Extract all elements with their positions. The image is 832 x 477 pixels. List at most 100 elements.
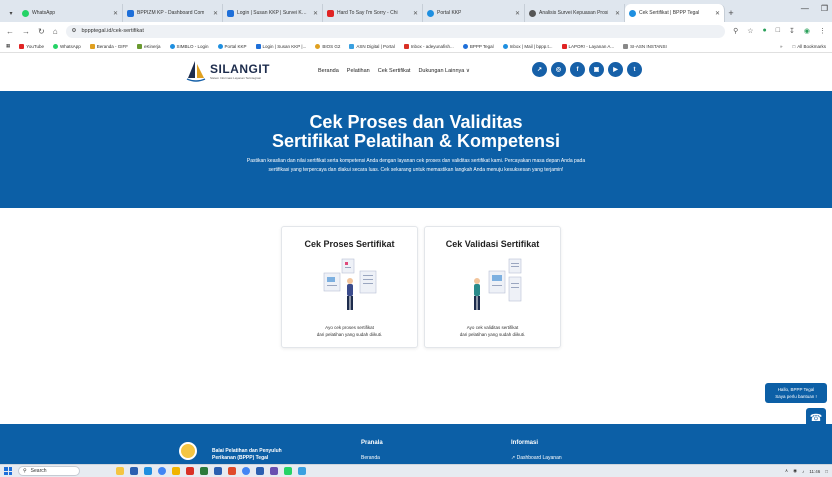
close-icon[interactable]: ✕ [410,10,418,17]
hero-banner: Cek Proses dan Validitas Sertifikat Pela… [0,91,832,208]
volume-icon[interactable]: ♪ [802,469,804,474]
close-icon[interactable]: ✕ [210,10,218,17]
bookmark-star-icon[interactable]: ☆ [747,27,753,35]
nav-pelatihan[interactable]: Pelatihan [347,68,370,74]
bookmark-favicon-icon [462,43,468,49]
word-icon[interactable] [214,467,222,475]
whatsapp-icon [52,43,58,49]
chrome-profile-icon[interactable] [242,467,250,475]
browser-tab[interactable]: Hard To Say I'm Sorry - Chi ✕ [323,4,423,22]
bookmark-item[interactable]: BPPP Tegal [462,43,494,49]
browser-tab[interactable]: Analisis Survei Kepuasan Prosi ✕ [525,4,625,22]
weather-icon[interactable] [116,467,124,475]
excel-icon[interactable] [200,467,208,475]
maximize-icon[interactable]: ❐ [821,4,828,13]
chrome-icon[interactable] [158,467,166,475]
bookmark-item[interactable]: LAPOR! - Layanan A... [561,43,614,49]
chart-icon[interactable]: ↗ [532,62,547,77]
download-icon[interactable]: ↧ [789,27,795,35]
whatsapp-app-icon[interactable] [284,467,292,475]
close-icon[interactable]: ✕ [612,10,620,17]
logo-subtitle: Sistem Informasi Layanan Terintegrasi [210,76,261,80]
instagram-icon[interactable]: ▣ [589,62,604,77]
task-view-icon[interactable] [130,467,138,475]
more-bookmarks-icon[interactable]: » [780,44,783,49]
apps-grid-icon[interactable]: ▦ [6,43,10,49]
card-cek-validasi[interactable]: Cek Validasi Sertifikat Ayo cek validita… [424,226,561,348]
reload-icon[interactable]: ↻ [38,27,45,36]
nav-beranda[interactable]: Beranda [318,68,339,74]
minimize-icon[interactable]: — [801,4,809,13]
tray-chevron-icon[interactable]: ∧ [785,468,788,474]
edge-icon[interactable] [144,467,152,475]
browser-tab[interactable]: WhatsApp ✕ [18,4,123,22]
youtube-icon[interactable]: ▶ [608,62,623,77]
url-field[interactable]: ⚙ bppptegal.id/cek-sertifikat [65,24,726,38]
notification-icon[interactable]: □ [825,469,828,474]
back-icon[interactable]: ← [6,27,14,36]
bookmark-item[interactable]: WhatsApp [52,43,81,49]
bookmark-item[interactable]: Inbox | Mail | bppp.t... [502,43,553,49]
nav-cek-sertifikat[interactable]: Cek Sertifikat [378,68,411,74]
profile-icon[interactable]: ◉ [804,27,810,35]
site-favicon-icon [127,9,134,17]
whatsapp-icon [22,9,29,17]
outlook-icon[interactable] [256,467,264,475]
browser-tab[interactable]: Login | Susan KKP | Survei Kep ✕ [223,4,323,22]
extension-icon[interactable]: ● [763,27,767,35]
card-cek-proses[interactable]: Cek Proses Sertifikat Ayo cek proses ser… [281,226,418,348]
browser-tab[interactable]: BPPIZM KP - Dashboard Com ✕ [123,4,223,22]
new-tab-icon[interactable]: + [725,4,737,22]
bookmark-item[interactable]: SI-ASN INSTANSI [623,43,667,49]
home-icon[interactable]: ⌂ [53,27,58,36]
windows-start-icon[interactable] [4,467,12,475]
close-icon[interactable]: ✕ [712,10,720,17]
forward-icon[interactable]: → [22,27,30,36]
bookmark-item[interactable]: ASN Digital | Portal [349,43,395,49]
bookmark-item[interactable]: Login | Susan KKP |... [255,43,306,49]
powerpoint-icon[interactable] [228,467,236,475]
twitter-icon[interactable]: t [627,62,642,77]
all-bookmarks-folder[interactable]: □ All Bookmarks [793,44,826,49]
globe-icon[interactable]: ◎ [551,62,566,77]
bookmark-item[interactable]: SIMBLO - Login [169,43,209,49]
toolbar-actions: ⚲ ☆ ● □ ↧ ◉ ⋮ [733,27,826,35]
address-bar-row: ← → ↻ ⌂ ⚙ bppptegal.id/cek-sertifikat ⚲ … [0,22,832,40]
footer-link-beranda[interactable]: Beranda [361,455,380,461]
taskbar-search[interactable]: ⚲ Search [18,466,80,476]
close-icon[interactable]: ✕ [512,10,520,17]
footer-heading-informasi: Informasi [511,440,539,446]
bookmark-item[interactable]: Portal KKP [217,43,247,49]
site-favicon-icon [529,9,536,17]
bookmark-favicon-icon [502,43,508,49]
chat-bubble[interactable]: Hallo, BPPP Tegal Saya perlu bantuan ! [765,383,827,403]
site-info-icon[interactable]: ⚙ [72,28,77,34]
nav-dukungan-lainnya[interactable]: Dukungan Lainnya ∨ [418,68,469,74]
bookmark-favicon-icon [623,43,629,49]
footer-org-line2: Perikanan (BPPP) Tegal [212,455,269,461]
facebook-icon[interactable]: f [570,62,585,77]
bookmark-item[interactable]: Beranda - GIFF [89,43,128,49]
bookmark-item[interactable]: eKinerja [136,43,161,49]
app-icon[interactable] [186,467,194,475]
teams-icon[interactable] [270,467,278,475]
menu-dots-icon[interactable]: ⋮ [819,27,826,35]
clock[interactable]: 11:46 [809,469,820,474]
browser-tab-active[interactable]: Cek Sertifikat | BPPP Tegal ✕ [625,4,725,22]
extensions-puzzle-icon[interactable]: □ [776,27,780,35]
tab-search-icon[interactable]: ▾ [4,4,18,22]
bookmark-item[interactable]: Inbox - adeyunafish... [403,43,454,49]
close-icon[interactable]: ✕ [310,10,318,17]
browser-tab[interactable]: Portal KKP ✕ [423,4,525,22]
bookmark-favicon-icon [89,43,95,49]
bookmark-item[interactable]: YouTube [19,43,44,49]
site-logo[interactable]: SILANGIT Sistem Informasi Layanan Terint… [186,60,270,82]
zoom-icon[interactable]: ⚲ [733,27,738,35]
file-explorer-icon[interactable] [172,467,180,475]
store-icon[interactable] [298,467,306,475]
footer-link-dashboard[interactable]: ↗ Dashboard Layanan [511,455,562,461]
bookmark-item[interactable]: BIOS G2 [315,43,340,49]
close-icon[interactable]: ✕ [110,10,118,17]
wifi-icon[interactable]: ◉ [793,468,797,474]
search-icon: ⚲ [23,468,27,474]
